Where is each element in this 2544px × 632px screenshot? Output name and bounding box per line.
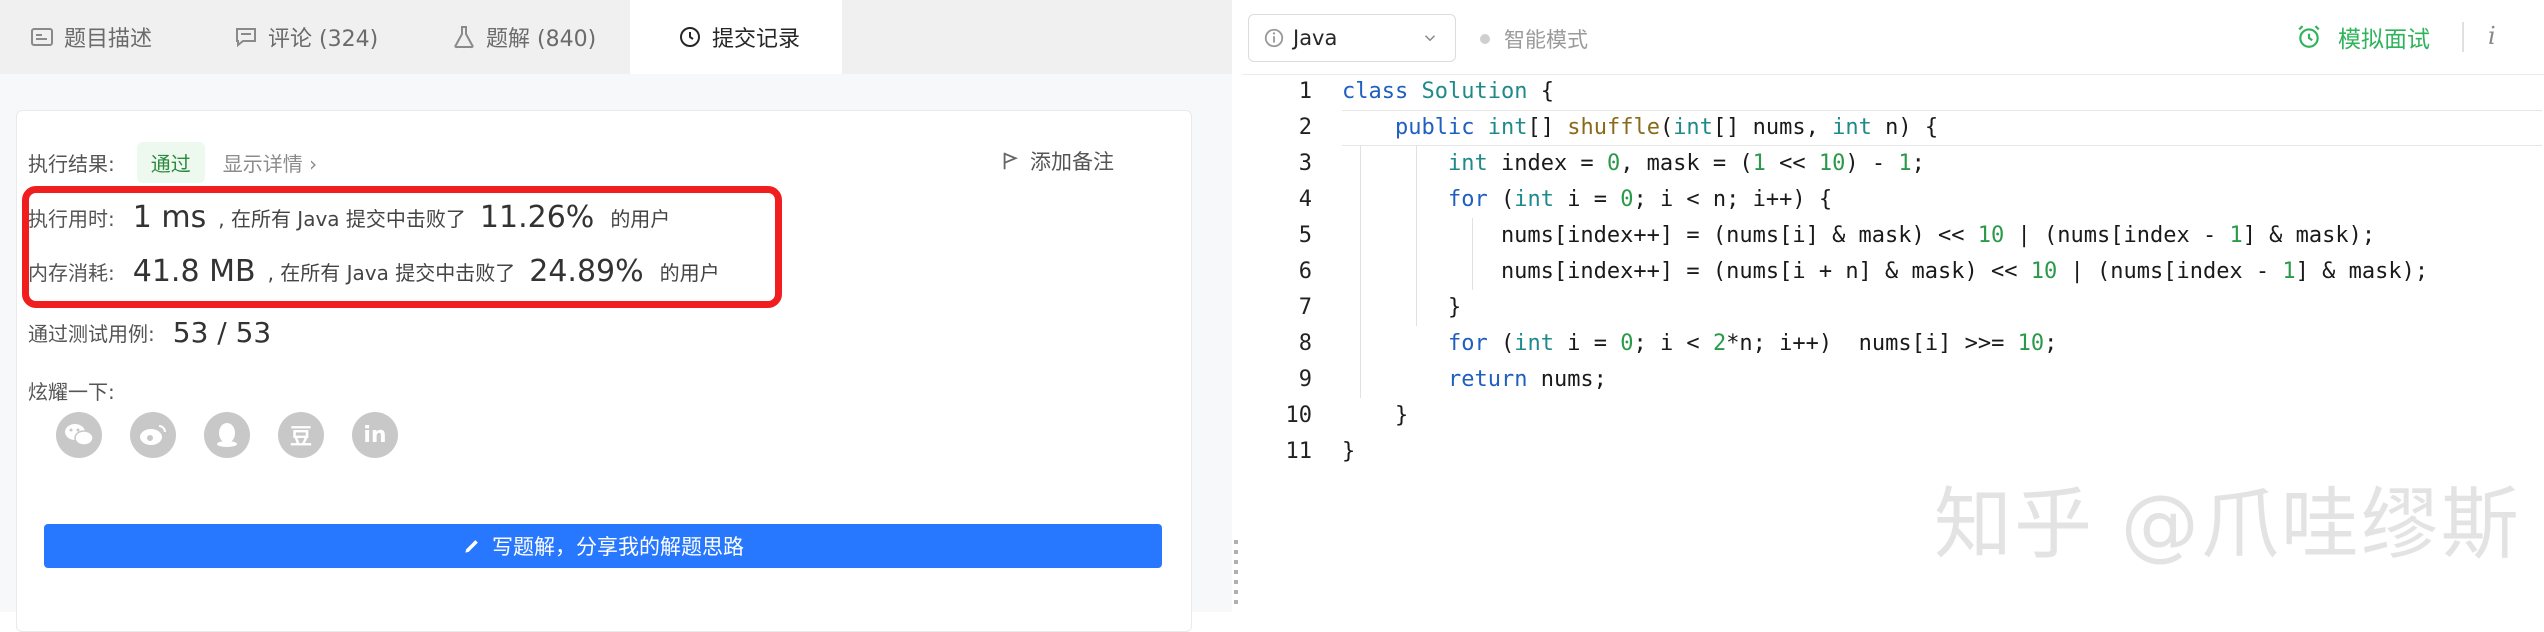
info-circle-icon bbox=[1264, 28, 1284, 48]
add-note-button[interactable]: 添加备注 bbox=[1000, 146, 1114, 176]
tests-label: 通过测试用例: bbox=[28, 322, 155, 346]
tab-label: 评论 (324) bbox=[268, 27, 379, 52]
code-line[interactable]: } bbox=[1342, 398, 2428, 434]
smart-mode-label: 智能模式 bbox=[1504, 28, 1588, 52]
line-number: 5 bbox=[1298, 223, 1312, 248]
tests-row: 通过测试用例: 53 / 53 bbox=[28, 316, 271, 349]
linkedin-icon[interactable]: in bbox=[352, 412, 398, 458]
drag-handle-icon[interactable] bbox=[1234, 540, 1238, 610]
comment-icon bbox=[236, 28, 256, 48]
tab-submissions[interactable]: 提交记录 bbox=[630, 0, 842, 74]
result-row: 执行结果: 通过 显示详情 › bbox=[28, 142, 317, 183]
code-line[interactable]: for (int i = 0; i < 2*n; i++) nums[i] >>… bbox=[1342, 326, 2428, 362]
wechat-icon[interactable] bbox=[56, 412, 102, 458]
code-line[interactable]: for (int i = 0; i < n; i++) { bbox=[1342, 182, 2428, 218]
panel-resizer[interactable] bbox=[1232, 0, 1242, 612]
tab-solutions[interactable]: 题解 (840) bbox=[452, 0, 596, 74]
highlight-box bbox=[22, 186, 782, 308]
left-panel: 题目描述 评论 (324) 题解 (840) 提交记录 执行结果: 通过 显示详… bbox=[0, 0, 1232, 632]
line-number: 2 bbox=[1298, 115, 1312, 140]
tests-value: 53 / 53 bbox=[172, 316, 272, 349]
chevron-down-icon bbox=[1424, 35, 1436, 42]
alarm-clock-icon bbox=[2298, 25, 2320, 48]
code-line[interactable]: int index = 0, mask = (1 << 10) - 1; bbox=[1342, 146, 2428, 182]
tab-description[interactable]: 题目描述 bbox=[30, 0, 152, 74]
code-line[interactable]: nums[index++] = (nums[i] & mask) << 10 |… bbox=[1342, 218, 2428, 254]
share-icons: 豆 in bbox=[56, 412, 398, 458]
code-line[interactable]: } bbox=[1342, 290, 2428, 326]
tab-bar: 题目描述 评论 (324) 题解 (840) 提交记录 bbox=[0, 0, 1232, 74]
code-line[interactable]: return nums; bbox=[1342, 362, 2428, 398]
watermark: 知乎 @爪哇缪斯 bbox=[1934, 480, 2521, 570]
language-select[interactable]: Java bbox=[1248, 14, 1456, 62]
flask-icon bbox=[454, 26, 474, 49]
language-value: Java bbox=[1293, 26, 1338, 50]
line-number: 11 bbox=[1285, 439, 1313, 464]
share-row: 炫耀一下: bbox=[28, 376, 115, 405]
editor-panel: Java 智能模式 模拟面试 i 1 2 3 4 5 6 7 8 9 10 11 class Sol… bbox=[1242, 0, 2544, 612]
result-label: 执行结果: bbox=[28, 152, 115, 176]
line-number: 3 bbox=[1298, 151, 1312, 176]
line-number: 6 bbox=[1298, 259, 1312, 284]
info-icon[interactable]: i bbox=[2488, 22, 2496, 50]
douban-icon[interactable]: 豆 bbox=[278, 412, 324, 458]
tab-comments[interactable]: 评论 (324) bbox=[234, 0, 378, 74]
line-numbers: 1 2 3 4 5 6 7 8 9 10 11 bbox=[1242, 74, 1313, 470]
tab-label: 题解 (840) bbox=[486, 27, 597, 52]
smart-mode-dot bbox=[1480, 34, 1490, 44]
line-number: 4 bbox=[1298, 187, 1312, 212]
qq-icon[interactable] bbox=[204, 412, 250, 458]
show-details-link[interactable]: 显示详情 › bbox=[223, 148, 317, 177]
add-note-label: 添加备注 bbox=[1030, 150, 1114, 174]
clock-icon bbox=[680, 27, 700, 47]
write-solution-button[interactable]: 写题解，分享我的解题思路 bbox=[44, 524, 1162, 568]
code-line[interactable]: class Solution { bbox=[1342, 74, 2428, 110]
description-icon bbox=[31, 28, 53, 46]
line-number: 7 bbox=[1298, 295, 1312, 320]
share-label: 炫耀一下: bbox=[28, 380, 115, 404]
mock-interview-button[interactable]: 模拟面试 bbox=[2296, 20, 2430, 54]
code-line[interactable]: nums[index++] = (nums[i + n] & mask) << … bbox=[1342, 254, 2428, 290]
status-badge: 通过 bbox=[136, 142, 205, 183]
flag-icon bbox=[1003, 152, 1018, 170]
line-number: 1 bbox=[1298, 79, 1312, 104]
line-number: 9 bbox=[1298, 367, 1312, 392]
tab-label: 题目描述 bbox=[64, 27, 153, 52]
toolbar-divider bbox=[2462, 22, 2464, 52]
code-editor[interactable]: class Solution { public int[] shuffle(in… bbox=[1342, 74, 2428, 470]
code-line[interactable]: public int[] shuffle(int[] nums, int n) … bbox=[1342, 110, 2428, 146]
smart-mode-toggle[interactable]: 智能模式 bbox=[1480, 24, 1588, 54]
mock-interview-label: 模拟面试 bbox=[2338, 27, 2430, 53]
pencil-icon bbox=[465, 540, 478, 553]
line-number: 10 bbox=[1285, 403, 1313, 428]
editor-toolbar: Java 智能模式 模拟面试 i bbox=[1242, 0, 2544, 75]
line-number: 8 bbox=[1298, 331, 1312, 356]
write-solution-label: 写题解，分享我的解题思路 bbox=[492, 535, 744, 559]
tab-label: 提交记录 bbox=[712, 27, 801, 52]
weibo-icon[interactable] bbox=[130, 412, 176, 458]
